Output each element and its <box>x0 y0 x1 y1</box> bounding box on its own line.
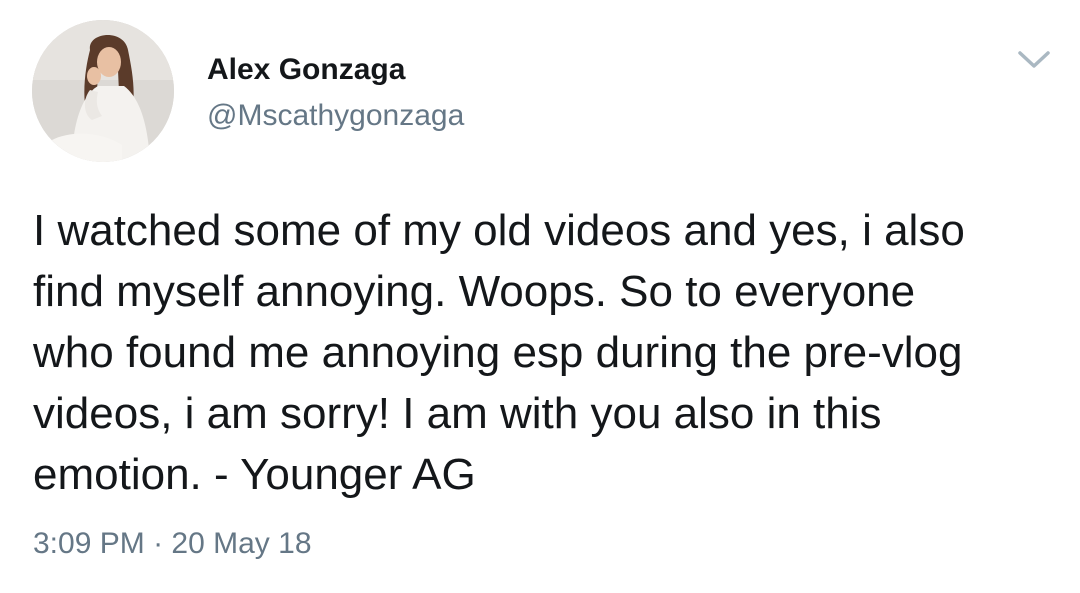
tweet-line: videos, i am sorry! I am with you also i… <box>33 389 882 438</box>
tweet-line: who found me annoying esp during the pre… <box>33 328 963 377</box>
tweet-date: 20 May 18 <box>171 527 312 560</box>
timestamp-separator: · <box>153 527 164 560</box>
chevron-down-icon[interactable] <box>1014 44 1054 74</box>
profile-photo-image <box>32 20 174 162</box>
tweet-text: I watched some of my old videos and yes,… <box>33 200 1063 505</box>
tweet-line: emotion. - Younger AG <box>33 450 476 499</box>
tweet-time: 3:09 PM <box>33 527 145 560</box>
display-name[interactable]: Alex Gonzaga <box>207 52 464 88</box>
tweet-line: I watched some of my old videos and yes,… <box>33 206 965 255</box>
author-block: Alex Gonzaga @Mscathygonzaga <box>207 52 464 134</box>
tweet-timestamp[interactable]: 3:09 PM · 20 May 18 <box>33 524 312 564</box>
avatar[interactable] <box>32 20 174 162</box>
user-handle[interactable]: @Mscathygonzaga <box>207 98 464 134</box>
tweet-line: find myself annoying. Woops. So to every… <box>33 267 916 316</box>
tweet-card: Alex Gonzaga @Mscathygonzaga I watched s… <box>0 0 1080 593</box>
